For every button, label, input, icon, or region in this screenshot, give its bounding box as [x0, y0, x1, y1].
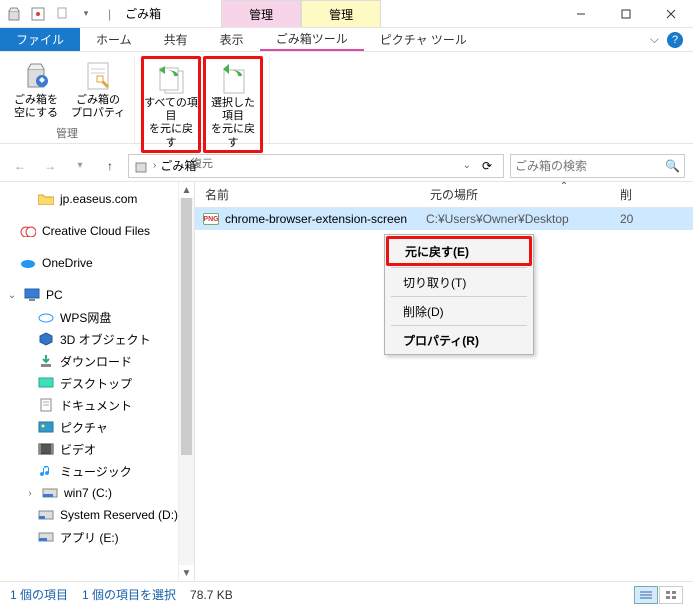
up-button[interactable]: ↑: [98, 154, 122, 178]
chevron-right-icon[interactable]: ›: [153, 160, 156, 171]
help-icon[interactable]: ?: [667, 32, 683, 48]
png-file-icon: PNG: [203, 213, 219, 225]
minimize-button[interactable]: [558, 0, 603, 28]
chevron-down-icon[interactable]: ⌄: [6, 290, 18, 301]
tab-share[interactable]: 共有: [148, 28, 204, 51]
breadcrumb[interactable]: › ごみ箱 ⌄ ⟳: [128, 154, 504, 178]
tree-item-onedrive[interactable]: OneDrive: [0, 252, 194, 274]
sort-indicator-icon: ⌃: [315, 181, 693, 192]
empty-recycle-bin-button[interactable]: ごみ箱を 空にする: [6, 56, 66, 123]
search-input[interactable]: ごみ箱の検索 🔍: [510, 154, 685, 178]
tree-item-pictures[interactable]: ピクチャ: [0, 416, 194, 438]
video-icon: [38, 441, 54, 457]
status-bar: 1 個の項目 1 個の項目を選択 78.7 KB: [0, 581, 693, 607]
pc-icon: [24, 287, 40, 303]
forward-button[interactable]: →: [38, 154, 62, 178]
tree-item-creative-cloud[interactable]: Creative Cloud Files: [0, 220, 194, 242]
context-menu-cut[interactable]: 切り取り(T): [387, 270, 531, 294]
folder-icon: [38, 191, 54, 207]
search-placeholder: ごみ箱の検索: [515, 157, 587, 174]
scroll-up-icon[interactable]: ▲: [179, 182, 194, 198]
tree-item-documents[interactable]: ドキュメント: [0, 394, 194, 416]
tree-item-win7-drive[interactable]: ›win7 (C:): [0, 482, 194, 504]
tree-item-apps-drive[interactable]: アプリ (E:): [0, 526, 194, 548]
tree-item-videos[interactable]: ビデオ: [0, 438, 194, 460]
title-separator: |: [108, 7, 111, 21]
context-menu-separator: [391, 267, 527, 268]
cloud-icon: [38, 309, 54, 325]
chevron-right-icon[interactable]: ›: [24, 488, 36, 499]
ribbon-body: ごみ箱を 空にする ごみ箱の プロパティ 管理 すべての項目 を元に戻す 選択し…: [0, 52, 693, 144]
status-size: 78.7 KB: [190, 588, 233, 602]
breadcrumb-location: ごみ箱: [160, 157, 196, 174]
context-menu: 元に戻す(E) 切り取り(T) 削除(D) プロパティ(R): [384, 234, 534, 355]
creative-cloud-icon: [20, 223, 36, 239]
tree-item-easeus[interactable]: jp.easeus.com: [0, 188, 194, 210]
tab-view[interactable]: 表示: [204, 28, 260, 51]
search-icon[interactable]: 🔍: [665, 159, 680, 173]
title-bar: ▾ | ごみ箱 管理 管理: [0, 0, 693, 28]
context-menu-separator: [391, 296, 527, 297]
document-icon: [38, 397, 54, 413]
navpane-scrollbar[interactable]: ▲ ▼: [178, 182, 194, 581]
context-menu-restore[interactable]: 元に戻す(E): [389, 239, 529, 263]
qat-dropdown-icon[interactable]: [52, 4, 72, 24]
close-button[interactable]: [648, 0, 693, 28]
music-icon: [38, 463, 54, 479]
drive-icon: [38, 529, 54, 545]
tree-item-system-reserved-drive[interactable]: System Reserved (D:): [0, 504, 194, 526]
tab-file[interactable]: ファイル: [0, 28, 80, 51]
cube-icon: [38, 331, 54, 347]
qat-caret-icon[interactable]: ▾: [76, 4, 96, 24]
navigation-bar: ← → ▾ ↑ › ごみ箱 ⌄ ⟳ ごみ箱の検索 🔍: [0, 150, 693, 182]
window-title: ごみ箱: [123, 5, 161, 22]
context-menu-delete[interactable]: 削除(D): [387, 299, 531, 323]
tree-item-downloads[interactable]: ダウンロード: [0, 350, 194, 372]
file-location: C:¥Users¥Owner¥Desktop: [426, 212, 616, 226]
recycle-bin-icon: [6, 6, 22, 22]
tree-item-music[interactable]: ミュージック: [0, 460, 194, 482]
recent-locations-button[interactable]: ▾: [68, 154, 92, 178]
tab-recycle-tools[interactable]: ごみ箱ツール: [260, 28, 364, 51]
view-details-button[interactable]: [634, 586, 658, 604]
tab-picture-tools[interactable]: ピクチャ ツール: [364, 28, 483, 51]
download-icon: [38, 353, 54, 369]
file-name: chrome-browser-extension-screen: [225, 212, 407, 226]
picture-icon: [38, 419, 54, 435]
ribbon-tabs: ファイル ホーム 共有 表示 ごみ箱ツール ピクチャ ツール ⌵ ?: [0, 28, 693, 52]
maximize-button[interactable]: [603, 0, 648, 28]
qat-properties-icon[interactable]: [28, 4, 48, 24]
tree-item-desktop[interactable]: デスクトップ: [0, 372, 194, 394]
refresh-button[interactable]: ⟳: [475, 159, 499, 173]
recycle-bin-properties-button[interactable]: ごみ箱の プロパティ: [68, 56, 128, 123]
scroll-down-icon[interactable]: ▼: [179, 565, 194, 581]
context-menu-separator: [391, 325, 527, 326]
ribbon-collapse-icon[interactable]: ⌵: [650, 32, 659, 47]
file-date: 20: [616, 212, 633, 226]
view-icons-button[interactable]: [659, 586, 683, 604]
desktop-icon: [38, 375, 54, 391]
status-selected-count: 1 個の項目を選択: [82, 586, 176, 603]
recycle-bin-icon: [133, 158, 149, 174]
breadcrumb-dropdown-icon[interactable]: ⌄: [463, 160, 471, 171]
context-tab-picture[interactable]: 管理: [301, 0, 381, 27]
ribbon-group-manage: ごみ箱を 空にする ごみ箱の プロパティ 管理: [0, 56, 135, 143]
context-menu-properties[interactable]: プロパティ(R): [387, 328, 531, 352]
context-tab-recycle[interactable]: 管理: [221, 0, 301, 27]
status-item-count: 1 個の項目: [10, 586, 68, 603]
drive-icon: [38, 507, 54, 523]
tree-item-pc[interactable]: ⌄PC: [0, 284, 194, 306]
drive-icon: [42, 485, 58, 501]
restore-selected-items-button[interactable]: 選択した項目 を元に戻す: [203, 56, 263, 153]
onedrive-icon: [20, 255, 36, 271]
tree-item-wps[interactable]: WPS网盘: [0, 306, 194, 328]
restore-all-items-button[interactable]: すべての項目 を元に戻す: [141, 56, 201, 153]
tab-home[interactable]: ホーム: [80, 28, 148, 51]
tree-item-3d-objects[interactable]: 3D オブジェクト: [0, 328, 194, 350]
ribbon-group-restore: すべての項目 を元に戻す 選択した項目 を元に戻す 復元: [135, 56, 270, 143]
navigation-pane: jp.easeus.com Creative Cloud Files OneDr…: [0, 182, 195, 581]
scroll-thumb[interactable]: [181, 198, 192, 455]
back-button[interactable]: ←: [8, 154, 32, 178]
file-row[interactable]: PNG chrome-browser-extension-screen C:¥Us…: [195, 208, 693, 230]
